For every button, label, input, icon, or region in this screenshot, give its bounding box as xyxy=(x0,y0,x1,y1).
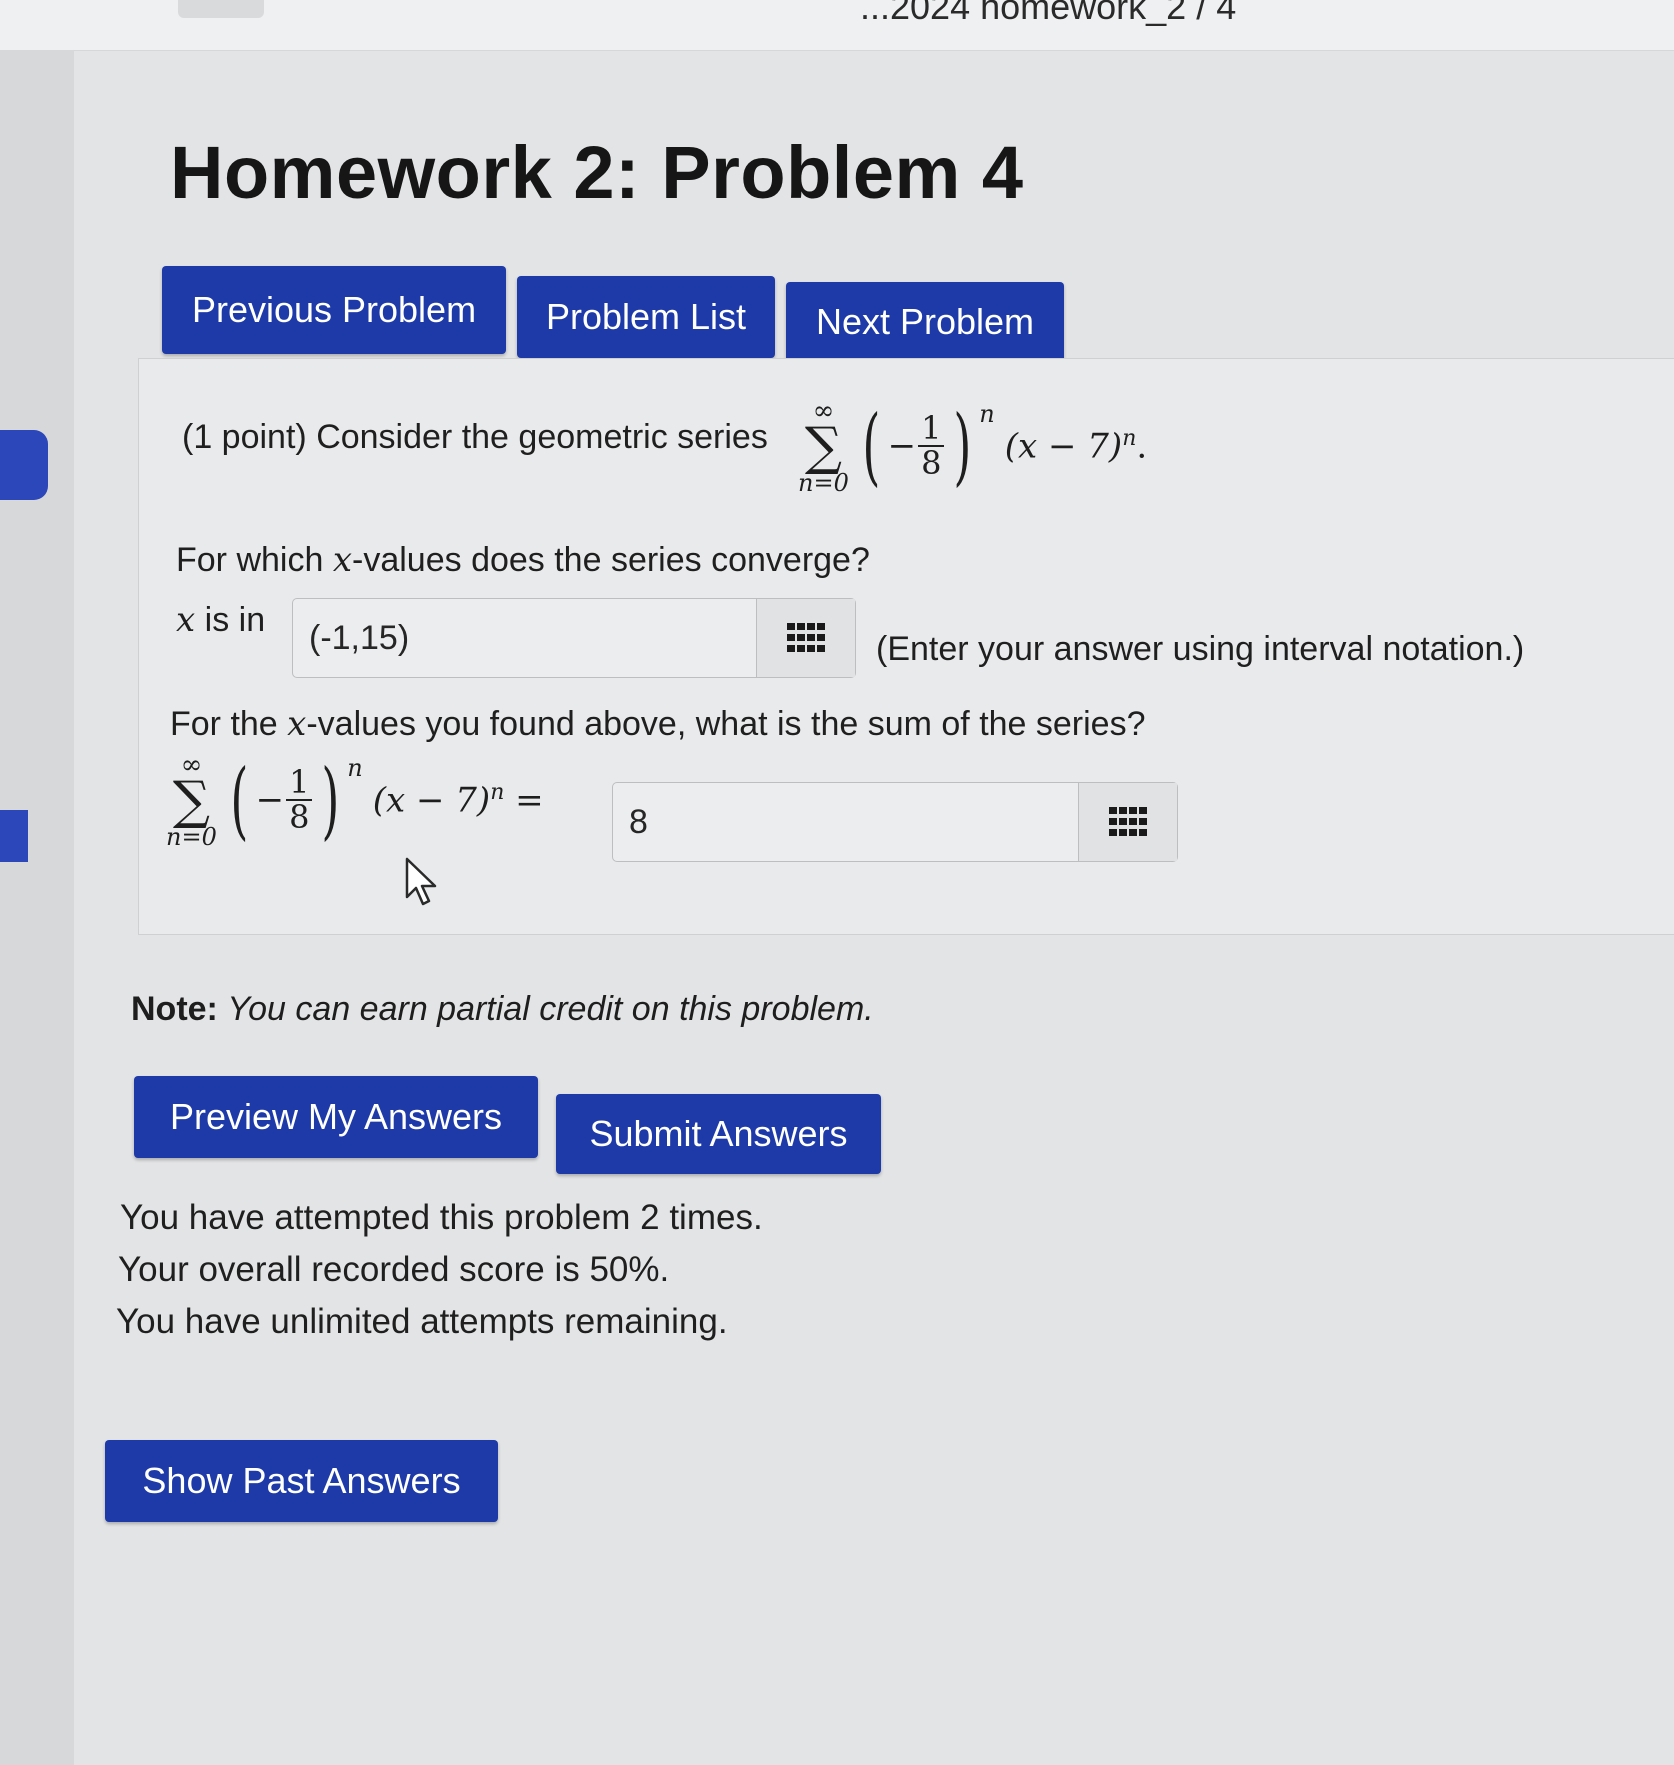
equation-editor-button[interactable] xyxy=(756,599,855,677)
cursor-arrow-icon xyxy=(405,857,437,906)
left-sidebar xyxy=(0,50,74,1765)
partial-credit-note: Note: You can earn partial credit on thi… xyxy=(131,990,874,1029)
browser-tab-strip: ...2024 homework_2 / 4 xyxy=(0,0,1674,51)
interval-hint: (Enter your answer using interval notati… xyxy=(876,630,1525,668)
browser-tab[interactable] xyxy=(178,0,264,18)
score-status: Your overall recorded score is 50%. xyxy=(118,1250,670,1289)
sigma-symbol: ∞ ∑ n=0 xyxy=(798,396,849,497)
series-sum-expression: ∞ ∑ n=0 ( − 1 8 ) n (x − 7)n = xyxy=(166,750,544,851)
sidebar-toggle[interactable] xyxy=(0,430,48,500)
grid-icon xyxy=(1109,807,1147,836)
browser-tab-title: ...2024 homework_2 / 4 xyxy=(860,0,1237,27)
intro-text: Consider the geometric series xyxy=(316,418,768,456)
attempts-status: You have attempted this problem 2 times. xyxy=(120,1198,763,1237)
remaining-status: You have unlimited attempts remaining. xyxy=(116,1302,728,1341)
submit-answers-button[interactable]: Submit Answers xyxy=(556,1094,881,1174)
fraction: 1 8 xyxy=(918,411,945,481)
previous-problem-button[interactable]: Previous Problem xyxy=(162,266,506,354)
next-problem-button[interactable]: Next Problem xyxy=(786,282,1064,362)
series-expression: ∞ ∑ n=0 ( − 1 8 ) n (x − 7)n. xyxy=(798,396,1148,497)
note-label: Note: xyxy=(131,990,218,1028)
sidebar-marker[interactable] xyxy=(0,810,28,862)
grid-icon xyxy=(787,623,825,652)
page-title: Homework 2: Problem 4 xyxy=(170,131,1024,214)
show-past-answers-button[interactable]: Show Past Answers xyxy=(105,1440,498,1522)
note-text: You can earn partial credit on this prob… xyxy=(227,990,874,1028)
question-1: For which x-values does the series conve… xyxy=(176,540,870,580)
question-2: For the x-values you found above, what i… xyxy=(170,704,1146,744)
answer-1-label: x is in xyxy=(176,600,266,640)
problem-list-button[interactable]: Problem List xyxy=(517,276,775,358)
equation-editor-button-2[interactable] xyxy=(1078,783,1177,861)
fraction-2: 1 8 xyxy=(286,765,313,835)
problem-intro: (1 point) Consider the geometric series xyxy=(182,418,768,457)
points-label: (1 point) xyxy=(182,418,307,456)
sigma-symbol-2: ∞ ∑ n=0 xyxy=(166,750,217,851)
preview-answers-button[interactable]: Preview My Answers xyxy=(134,1076,538,1158)
